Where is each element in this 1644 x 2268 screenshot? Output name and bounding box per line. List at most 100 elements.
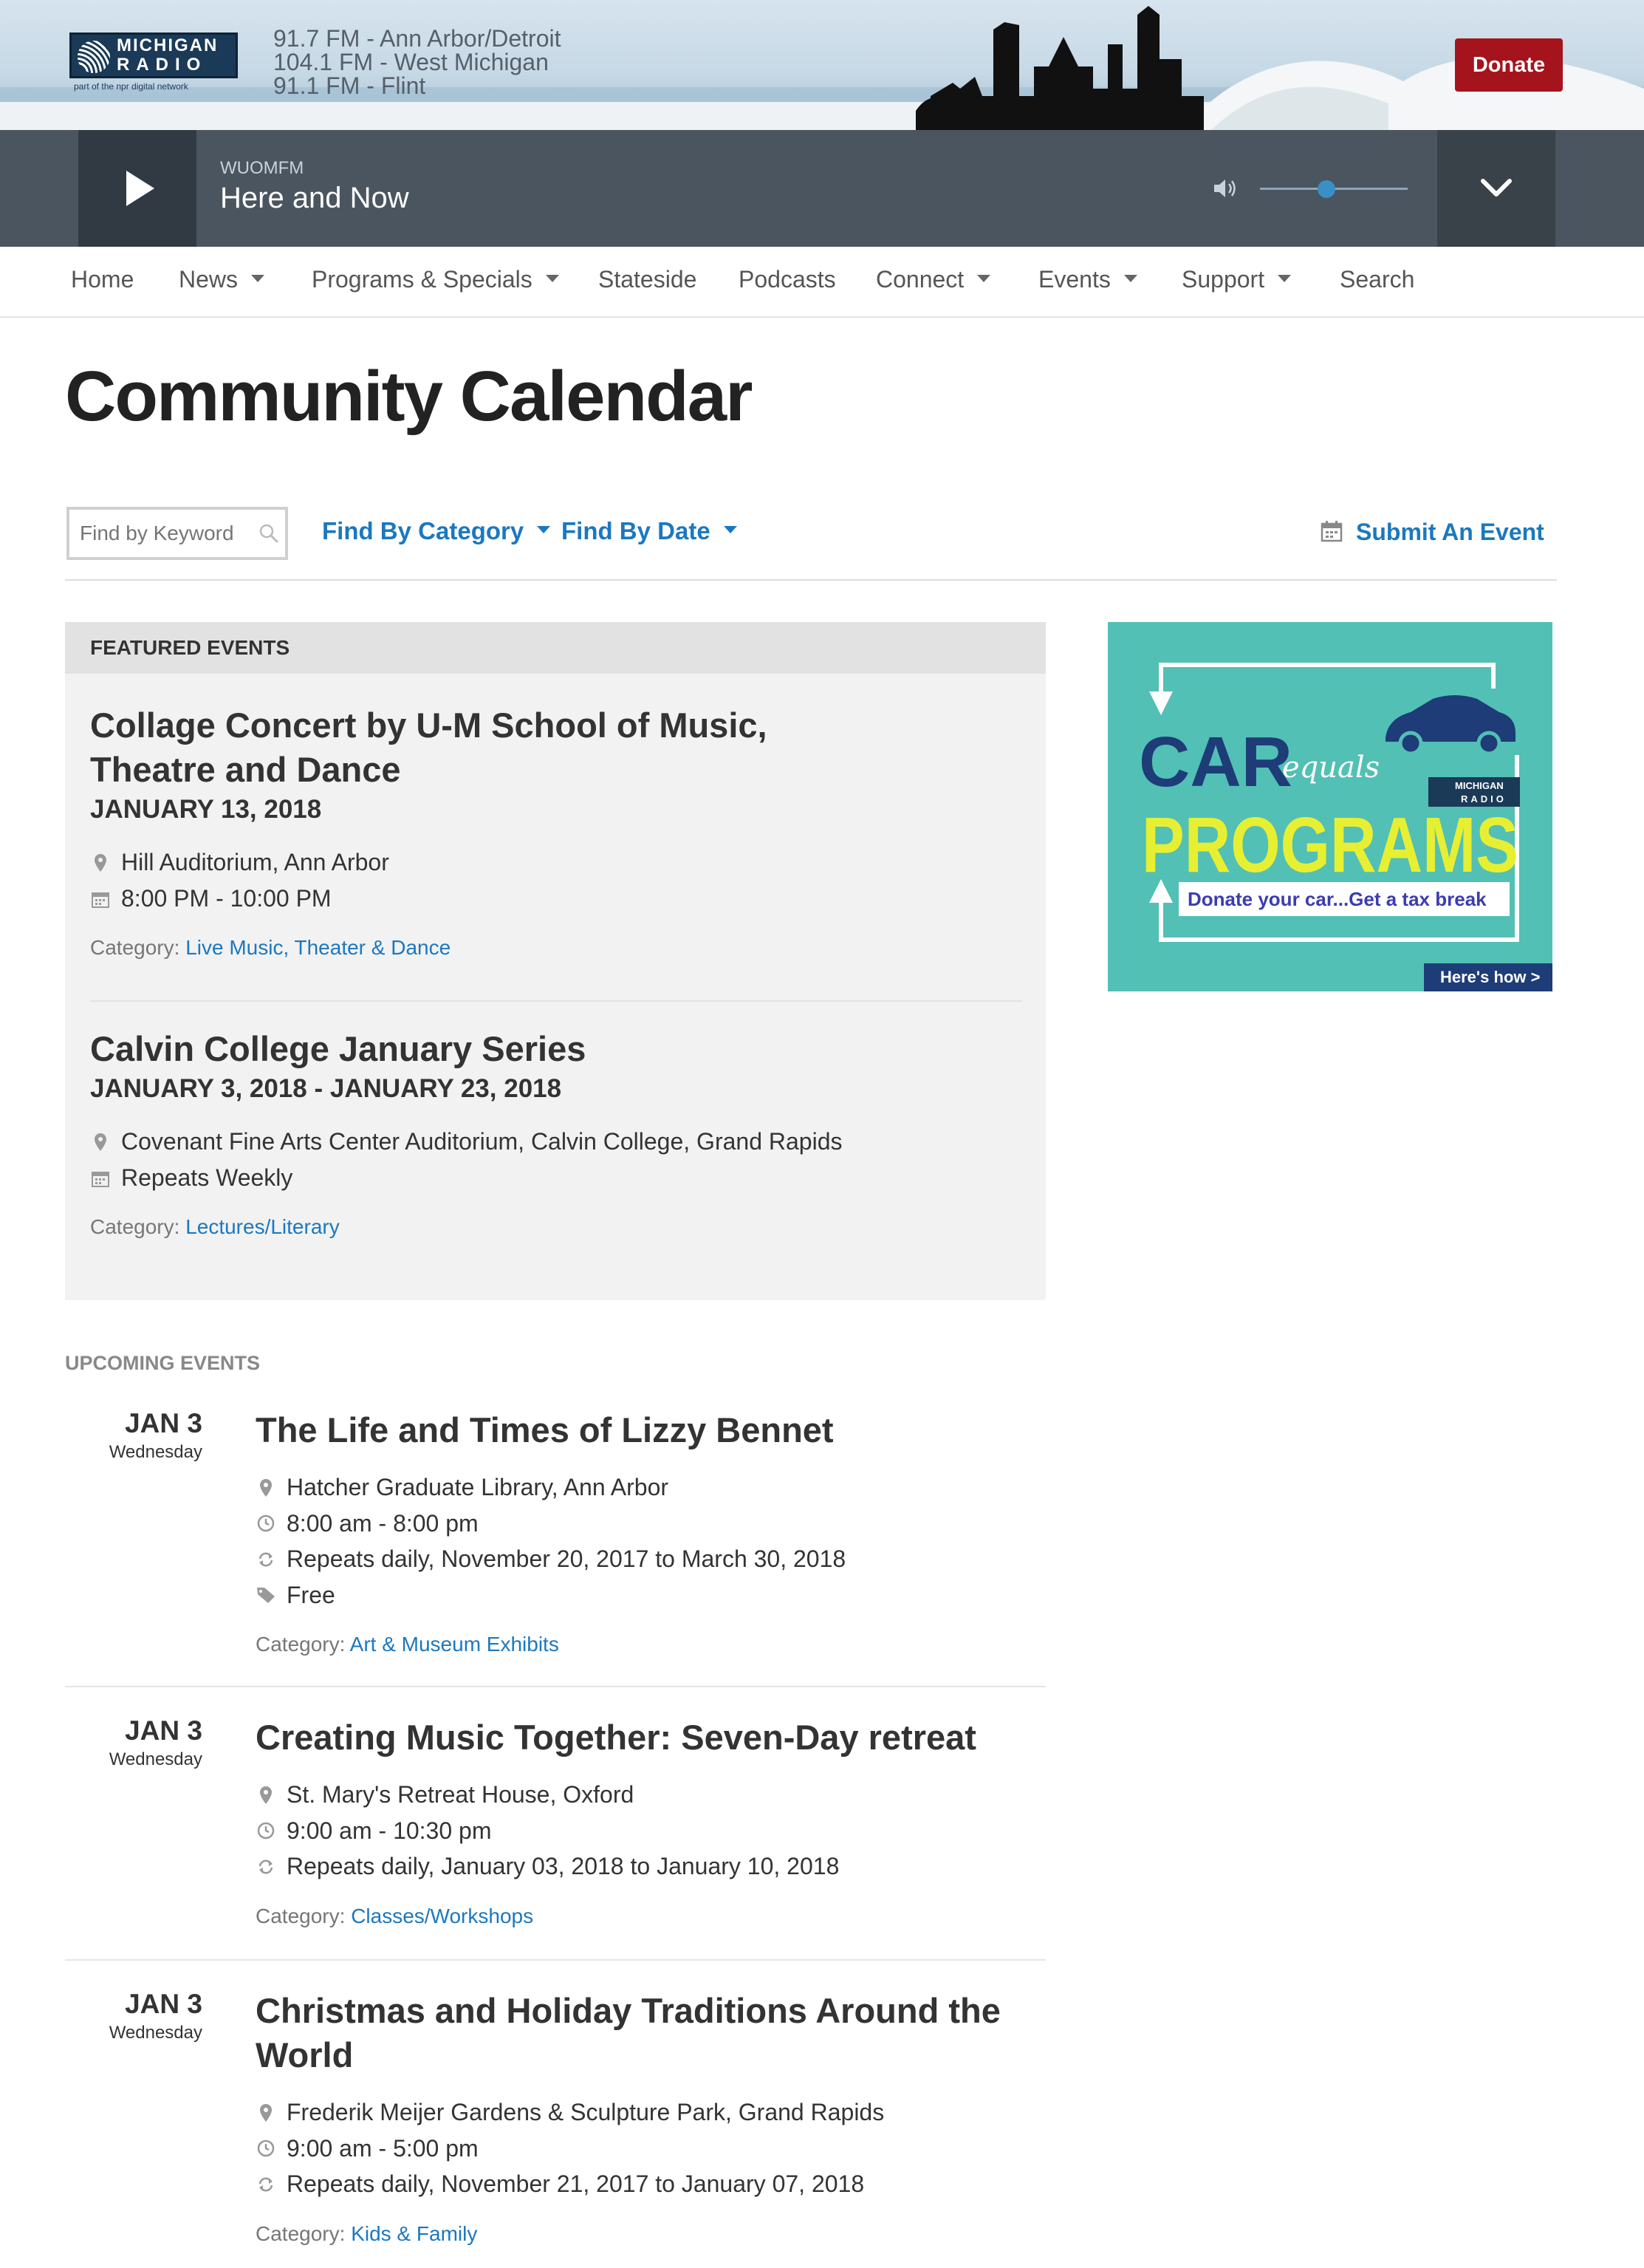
nav-item-label: Programs & Specials xyxy=(312,266,532,293)
event-location-text: Covenant Fine Arts Center Auditorium, Ca… xyxy=(121,1128,843,1155)
donate-button[interactable]: Donate xyxy=(1455,38,1563,92)
event-time-text: 9:00 am - 5:00 pm xyxy=(287,2134,479,2162)
event-body: The Life and Times of Lizzy Bennet Hatch… xyxy=(256,1408,1031,1656)
event-title-link[interactable]: Creating Music Together: Seven-Day retre… xyxy=(256,1718,976,1757)
nav-item-news[interactable]: News xyxy=(179,266,265,293)
caret-down-icon xyxy=(1278,274,1292,282)
event-title-link[interactable]: The Life and Times of Lizzy Bennet xyxy=(256,1410,834,1449)
nav-item-label: Support xyxy=(1182,266,1265,293)
michigan-radio-logo[interactable]: MICHIGAN RADIO part of the npr digital n… xyxy=(69,33,238,96)
nav-item-label: Events xyxy=(1038,266,1111,293)
event-location-text: Frederik Meijer Gardens & Sculpture Park… xyxy=(287,2099,885,2125)
play-button[interactable] xyxy=(78,130,196,247)
repeat-icon xyxy=(256,2169,276,2203)
event-time: 8:00 am - 8:00 pm xyxy=(256,1506,1031,1543)
event-weekday: Wednesday xyxy=(109,1442,202,1462)
event-title-link[interactable]: Collage Concert by U-M School of Music, … xyxy=(90,703,1028,792)
ad-tagline: Donate your car...Get a tax break xyxy=(1188,888,1487,910)
volume-slider-handle[interactable] xyxy=(1318,180,1335,198)
event-category: Category: Lectures/Literary xyxy=(90,1215,1028,1239)
nav-item-stateside[interactable]: Stateside xyxy=(598,266,696,293)
clock-icon xyxy=(256,2133,276,2167)
ad-artwork: CAR equals MICHIGAN RADIO PROGRAMS Donat… xyxy=(1139,663,1552,991)
event-repeats-text: Repeats daily, November 20, 2017 to Marc… xyxy=(287,1545,846,1573)
event-day-block: JAN 3 Wednesday xyxy=(65,1408,202,1463)
repeat-icon xyxy=(256,1544,276,1578)
category-label: Category: xyxy=(90,1215,180,1239)
event-location: Covenant Fine Arts Center Auditorium, Ca… xyxy=(90,1124,1028,1161)
nav-item-home[interactable]: Home xyxy=(71,266,134,293)
map-pin-icon xyxy=(90,1127,111,1161)
event-location-text: Hatcher Graduate Library, Ann Arbor xyxy=(287,1474,669,1500)
car-donation-ad[interactable]: CAR equals MICHIGAN RADIO PROGRAMS Donat… xyxy=(1108,622,1552,991)
event-title-link[interactable]: Christmas and Holiday Traditions Around … xyxy=(256,1989,1031,2077)
event-title-line: Theatre and Dance xyxy=(90,750,401,789)
event-time: 9:00 am - 5:00 pm xyxy=(256,2131,1031,2168)
header-banner: MICHIGAN RADIO part of the npr digital n… xyxy=(0,0,1644,130)
filter-label: Find By Date xyxy=(561,517,710,544)
upcoming-events-heading: UPCOMING EVENTS xyxy=(65,1352,261,1374)
category-link[interactable]: Kids & Family xyxy=(351,2222,477,2245)
event-title-link[interactable]: Calvin College January Series xyxy=(90,1027,1028,1071)
event-category: Category: Classes/Workshops xyxy=(256,1905,1031,1928)
nav-item-search[interactable]: Search xyxy=(1340,266,1414,293)
category-link[interactable]: Live Music, Theater & Dance xyxy=(185,936,451,959)
page-title: Community Calendar xyxy=(65,357,753,436)
event-weekday: Wednesday xyxy=(109,1749,202,1769)
nav-item-programs-specials[interactable]: Programs & Specials xyxy=(312,266,559,293)
caret-down-icon xyxy=(1123,274,1137,282)
event-location: Hatcher Graduate Library, Ann Arbor xyxy=(256,1470,1031,1506)
nav-item-events[interactable]: Events xyxy=(1038,266,1137,293)
search-icon[interactable] xyxy=(258,523,279,544)
category-link[interactable]: Art & Museum Exhibits xyxy=(350,1633,559,1656)
price-tag-icon xyxy=(256,1579,276,1613)
category-link[interactable]: Classes/Workshops xyxy=(351,1905,533,1927)
caret-down-icon xyxy=(977,274,991,282)
main-navigation: Home News Programs & Specials Stateside … xyxy=(0,247,1644,318)
map-pin-icon xyxy=(256,2097,276,2131)
ad-word-car: CAR xyxy=(1139,723,1292,802)
category-label: Category: xyxy=(90,936,180,960)
keyword-search-input[interactable] xyxy=(66,507,288,560)
ad-word-equals: equals xyxy=(1282,751,1380,785)
city-skyline-illustration xyxy=(0,6,1644,130)
event-location-text: Hill Auditorium, Ann Arbor xyxy=(121,849,389,875)
featured-events-heading: FEATURED EVENTS xyxy=(65,622,1046,674)
event-title-line: Calvin College January Series xyxy=(90,1029,586,1068)
ad-brand-line1: MICHIGAN xyxy=(1455,780,1504,791)
event-time-text: 9:00 am - 10:30 pm xyxy=(287,1817,492,1844)
find-by-date-dropdown[interactable]: Find By Date xyxy=(561,517,737,545)
featured-events-panel: FEATURED EVENTS Collage Concert by U-M S… xyxy=(65,622,1046,1300)
station-name: WUOMFM xyxy=(220,158,304,178)
event-repeats-text: Repeats daily, November 21, 2017 to Janu… xyxy=(287,2170,865,2198)
event-time: Repeats Weekly xyxy=(90,1161,1028,1197)
event-body: Creating Music Together: Seven-Day retre… xyxy=(256,1715,1031,1928)
nav-item-support[interactable]: Support xyxy=(1182,266,1292,293)
nav-item-podcasts[interactable]: Podcasts xyxy=(739,266,836,293)
nav-item-label: Search xyxy=(1340,266,1415,293)
submit-event-label: Submit An Event xyxy=(1356,519,1544,545)
volume-icon[interactable] xyxy=(1213,177,1238,199)
caret-down-icon xyxy=(537,526,551,534)
category-label: Category: xyxy=(256,1904,346,1927)
ad-cta: Here's how > xyxy=(1440,968,1540,986)
expand-player-button[interactable] xyxy=(1437,130,1555,247)
frequency-list: 91.7 FM - Ann Arbor/Detroit 104.1 FM - W… xyxy=(273,27,561,98)
category-link[interactable]: Lectures/Literary xyxy=(185,1215,340,1238)
nav-item-connect[interactable]: Connect xyxy=(876,266,991,293)
logo-text-line1: MICHIGAN xyxy=(117,35,219,55)
event-repeats: Repeats daily, November 21, 2017 to Janu… xyxy=(256,2167,1031,2203)
event-category: Category: Kids & Family xyxy=(256,2222,1031,2246)
clock-icon xyxy=(256,1815,276,1849)
calendar-icon xyxy=(1321,520,1343,542)
event-title-line: World xyxy=(256,2035,354,2074)
find-by-category-dropdown[interactable]: Find By Category xyxy=(322,517,551,545)
featured-event: Calvin College January Series JANUARY 3,… xyxy=(90,1027,1028,1239)
event-location: Frederik Meijer Gardens & Sculpture Park… xyxy=(256,2095,1031,2131)
category-label: Category: xyxy=(256,1633,346,1656)
submit-event-link[interactable]: Submit An Event xyxy=(1321,519,1544,546)
caret-down-icon xyxy=(723,526,737,534)
map-pin-icon xyxy=(90,847,111,881)
map-pin-icon xyxy=(256,1472,276,1506)
frequency-item: 91.7 FM - Ann Arbor/Detroit xyxy=(273,25,561,52)
